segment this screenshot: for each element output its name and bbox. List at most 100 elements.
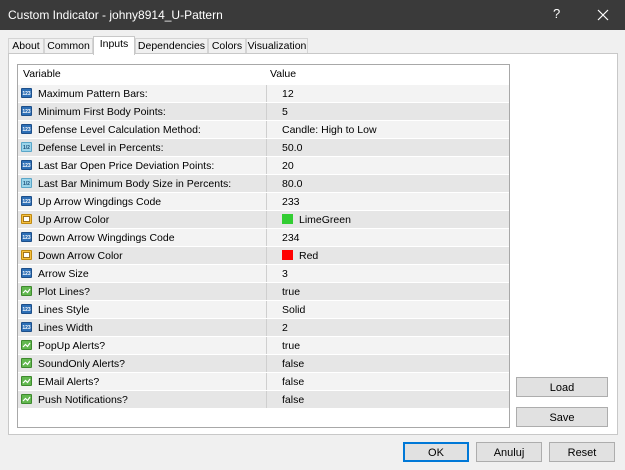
value-cell[interactable]: 5 — [266, 103, 509, 120]
value-text: 234 — [282, 232, 300, 244]
value-text: 12 — [282, 88, 294, 100]
variable-name: SoundOnly Alerts? — [38, 358, 125, 370]
input-row[interactable]: SoundOnly Alerts? false — [18, 354, 509, 372]
value-cell[interactable]: 2 — [266, 319, 509, 336]
color-type-icon — [21, 250, 32, 260]
value-cell[interactable]: 12 — [266, 85, 509, 102]
value-cell[interactable]: 233 — [266, 193, 509, 210]
value-cell[interactable]: false — [266, 355, 509, 372]
input-row[interactable]: Plot Lines? true — [18, 282, 509, 300]
value-text: 80.0 — [282, 178, 303, 190]
double-type-icon: 1/2 — [21, 142, 32, 152]
help-button[interactable]: ? — [553, 6, 560, 21]
integer-type-icon: 123 — [21, 88, 32, 98]
value-text: 5 — [282, 106, 288, 118]
value-cell[interactable]: false — [266, 391, 509, 408]
value-cell[interactable]: 50.0 — [266, 139, 509, 156]
value-text: 3 — [282, 268, 288, 280]
load-button[interactable]: Load — [516, 377, 608, 397]
integer-type-icon: 123 — [21, 304, 32, 314]
value-text: Candle: High to Low — [282, 124, 377, 136]
variable-name: Last Bar Open Price Deviation Points: — [38, 160, 215, 172]
value-cell[interactable]: 234 — [266, 229, 509, 246]
value-text: Solid — [282, 304, 306, 316]
reset-button[interactable]: Reset — [549, 442, 615, 462]
value-text: 233 — [282, 196, 300, 208]
tab-common[interactable]: Common — [44, 38, 93, 54]
value-text: Red — [299, 250, 319, 262]
input-row[interactable]: EMail Alerts? false — [18, 372, 509, 390]
variable-name: Push Notifications? — [38, 394, 128, 406]
tab-about[interactable]: About — [8, 38, 44, 54]
value-cell[interactable]: Solid — [266, 301, 509, 318]
input-row[interactable]: Up Arrow Color LimeGreen — [18, 210, 509, 228]
value-text: false — [282, 376, 305, 388]
variable-name: Maximum Pattern Bars: — [38, 88, 148, 100]
input-row[interactable]: 123 Defense Level Calculation Method: Cand… — [18, 120, 509, 138]
input-row[interactable]: 123 Last Bar Open Price Deviation Points:… — [18, 156, 509, 174]
tab-colors[interactable]: Colors — [208, 38, 246, 54]
value-text: 2 — [282, 322, 288, 334]
variable-name: Defense Level Calculation Method: — [38, 124, 201, 136]
value-text: true — [282, 286, 301, 298]
value-cell[interactable]: 80.0 — [266, 175, 509, 192]
integer-type-icon: 123 — [21, 106, 32, 116]
tab-dependencies[interactable]: Dependencies — [135, 38, 208, 54]
value-text: 20 — [282, 160, 294, 172]
title-bar: Custom Indicator - johny8914_U-Pattern ? — [0, 0, 625, 30]
boolean-type-icon — [21, 394, 32, 404]
input-row[interactable]: 1/2 Defense Level in Percents: 50.0 — [18, 138, 509, 156]
input-row[interactable]: 123 Minimum First Body Points: 5 — [18, 102, 509, 120]
value-cell[interactable]: 20 — [266, 157, 509, 174]
value-cell[interactable]: Red — [266, 247, 509, 264]
variable-name: Arrow Size — [38, 268, 89, 280]
variable-name: Defense Level in Percents: — [38, 142, 164, 154]
variable-name: Minimum First Body Points: — [38, 106, 166, 118]
input-row[interactable]: 123 Lines Style Solid — [18, 300, 509, 318]
boolean-type-icon — [21, 286, 32, 296]
variable-name: Down Arrow Color — [38, 250, 123, 262]
value-cell[interactable]: false — [266, 373, 509, 390]
boolean-type-icon — [21, 340, 32, 350]
column-header-value[interactable]: Value — [270, 68, 296, 80]
input-row[interactable]: 1/2 Last Bar Minimum Body Size in Percent… — [18, 174, 509, 192]
color-swatch — [282, 214, 293, 224]
value-cell[interactable]: Candle: High to Low — [266, 121, 509, 138]
boolean-type-icon — [21, 376, 32, 386]
value-cell[interactable]: 3 — [266, 265, 509, 282]
save-button[interactable]: Save — [516, 407, 608, 427]
integer-type-icon: 123 — [21, 268, 32, 278]
value-cell[interactable]: LimeGreen — [266, 211, 509, 228]
input-row[interactable]: 123 Down Arrow Wingdings Code 234 — [18, 228, 509, 246]
input-row[interactable]: 123 Lines Width 2 — [18, 318, 509, 336]
variable-name: Lines Width — [38, 322, 93, 334]
variable-name: Lines Style — [38, 304, 90, 316]
integer-type-icon: 123 — [21, 124, 32, 134]
window-title: Custom Indicator - johny8914_U-Pattern — [8, 8, 223, 22]
variable-name: Down Arrow Wingdings Code — [38, 232, 175, 244]
integer-type-icon: 123 — [21, 322, 32, 332]
tab-inputs[interactable]: Inputs — [93, 36, 135, 55]
boolean-type-icon — [21, 358, 32, 368]
ok-button[interactable]: OK — [403, 442, 469, 462]
close-icon[interactable] — [592, 5, 614, 25]
tab-visualization[interactable]: Visualization — [246, 38, 308, 54]
input-row[interactable]: 123 Arrow Size 3 — [18, 264, 509, 282]
input-row[interactable]: Push Notifications? false — [18, 390, 509, 408]
variable-name: Plot Lines? — [38, 286, 90, 298]
input-row[interactable]: Down Arrow Color Red — [18, 246, 509, 264]
value-text: LimeGreen — [299, 214, 351, 226]
column-header-variable[interactable]: Variable — [23, 68, 61, 80]
integer-type-icon: 123 — [21, 196, 32, 206]
inputs-grid: Variable Value 123 Maximum Pattern Bars: 1… — [17, 64, 510, 428]
variable-name: Last Bar Minimum Body Size in Percents: — [38, 178, 232, 190]
value-cell[interactable]: true — [266, 337, 509, 354]
value-cell[interactable]: true — [266, 283, 509, 300]
variable-name: PopUp Alerts? — [38, 340, 106, 352]
input-row[interactable]: 123 Maximum Pattern Bars: 12 — [18, 84, 509, 102]
input-row[interactable]: 123 Up Arrow Wingdings Code 233 — [18, 192, 509, 210]
double-type-icon: 1/2 — [21, 178, 32, 188]
color-swatch — [282, 250, 293, 260]
cancel-button[interactable]: Anuluj — [476, 442, 542, 462]
input-row[interactable]: PopUp Alerts? true — [18, 336, 509, 354]
